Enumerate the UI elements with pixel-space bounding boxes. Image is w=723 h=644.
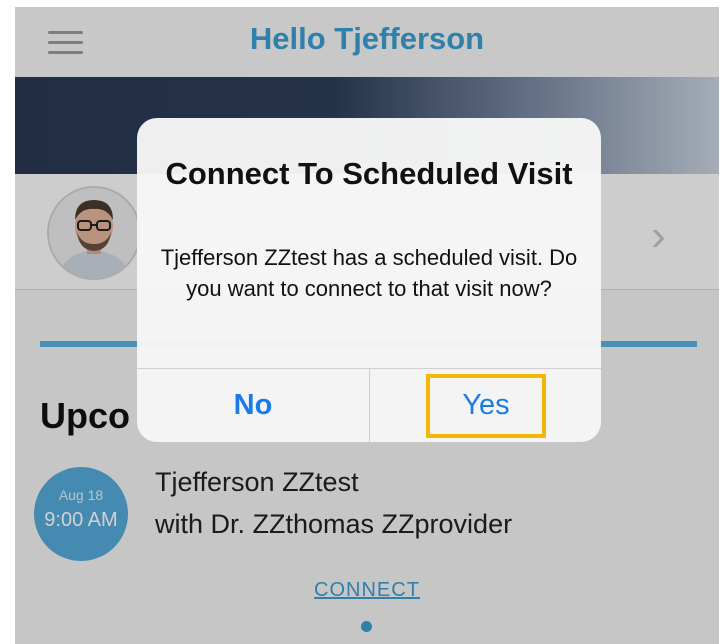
yes-button-highlight (426, 374, 546, 438)
app-screen: Hello Tjefferson › Upco Aug 18 9:00 AM T… (15, 7, 719, 644)
no-button[interactable]: No (137, 369, 369, 442)
dialog-message: Tjefferson ZZtest has a scheduled visit.… (160, 245, 578, 301)
dialog-title: Connect To Scheduled Visit (165, 156, 573, 191)
